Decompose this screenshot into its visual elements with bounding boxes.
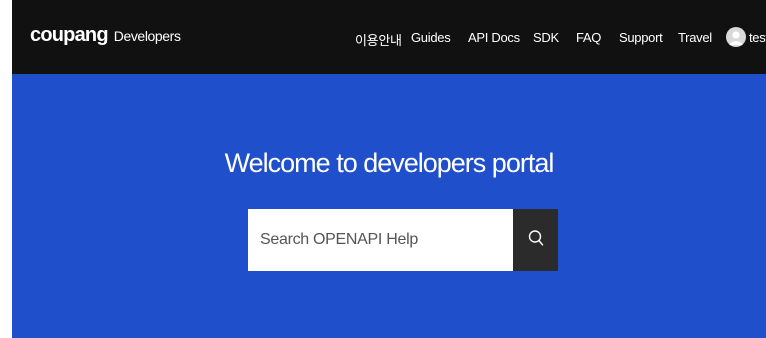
- logo-subtitle: Developers: [113, 28, 181, 44]
- nav-item-travel[interactable]: Travel: [678, 30, 712, 45]
- search-button[interactable]: [513, 209, 558, 271]
- search-icon: [526, 228, 546, 253]
- search-box: [248, 209, 558, 271]
- hero-banner: Welcome to developers portal: [12, 74, 766, 338]
- user-avatar-icon: [726, 27, 746, 47]
- nav-item-api-docs[interactable]: API Docs: [468, 30, 520, 45]
- top-navbar: coupang Developers 이용안내 Guides API Docs …: [12, 0, 766, 74]
- hero-title: Welcome to developers portal: [224, 148, 555, 178]
- nav-item-sdk[interactable]: SDK: [533, 30, 559, 45]
- coupang-developers-logo[interactable]: coupang Developers: [30, 24, 181, 48]
- nav-item-guides[interactable]: Guides: [411, 30, 451, 45]
- nav-item-faq[interactable]: FAQ: [576, 30, 601, 45]
- user-menu[interactable]: test: [726, 27, 766, 47]
- nav-item-support[interactable]: Support: [619, 30, 663, 45]
- search-input[interactable]: [248, 209, 513, 271]
- logo-wordmark: coupang: [30, 24, 109, 46]
- user-name: test: [749, 29, 766, 45]
- page-frame: coupang Developers 이용안내 Guides API Docs …: [12, 0, 766, 338]
- nav-item-usage-guide[interactable]: 이용안내: [355, 30, 402, 49]
